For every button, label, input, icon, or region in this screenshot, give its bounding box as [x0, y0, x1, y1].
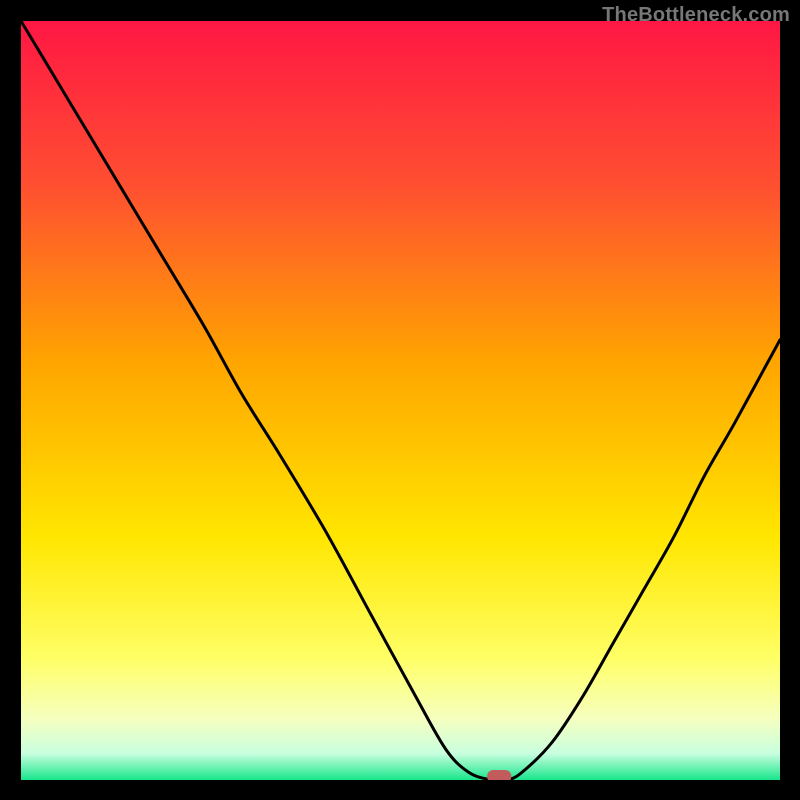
chart-container: TheBottleneck.com	[0, 0, 800, 800]
watermark: TheBottleneck.com	[602, 4, 790, 27]
bottleneck-curve-plot	[21, 21, 780, 780]
optimal-marker	[487, 770, 511, 780]
